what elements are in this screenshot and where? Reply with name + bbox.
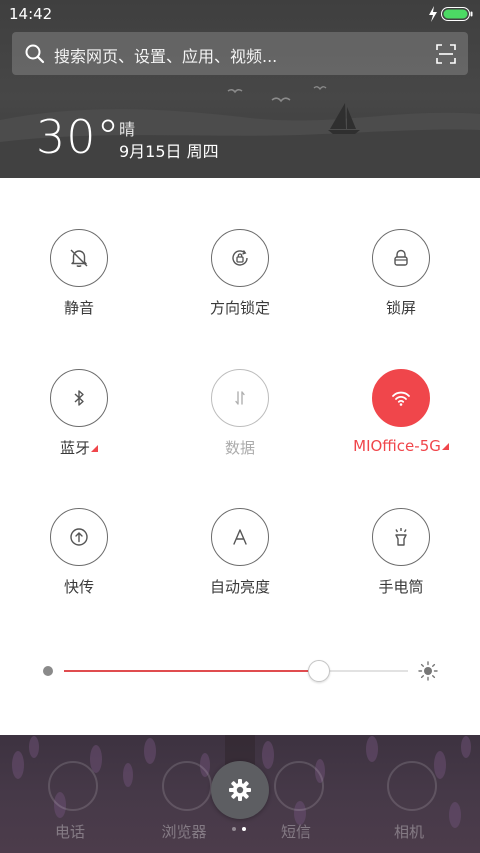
brightness-low-icon <box>43 666 53 676</box>
messages-icon <box>274 761 324 811</box>
search-placeholder: 搜索网页、设置、应用、视频... <box>54 47 278 66</box>
weather-date: 9月15日 周四 <box>119 142 219 161</box>
settings-button[interactable] <box>211 761 269 819</box>
browser-icon <box>162 761 212 811</box>
toggle-bluetooth[interactable]: 蓝牙 <box>9 369 149 479</box>
toggle-wifi-button[interactable] <box>372 369 430 427</box>
toggle-label: 方向锁定 <box>209 299 270 317</box>
toggle-lock-screen[interactable]: 锁屏 <box>331 229 471 339</box>
toggle-label-text: MIOffice-5G <box>353 437 441 455</box>
toggle-label: 手电筒 <box>378 578 424 596</box>
quick-settings-panel: 静音 方向锁定 锁屏 蓝牙 数据 MIOffice-5G 快传 自动亮度 手电筒 <box>0 178 480 735</box>
toggle-label: 数据 <box>224 439 255 457</box>
toggle-auto-brightness-button[interactable] <box>211 508 269 566</box>
toggle-flashlight-button[interactable] <box>372 508 430 566</box>
phone-icon <box>48 761 98 811</box>
camera-icon <box>387 761 437 811</box>
lock-icon <box>394 249 408 266</box>
battery-icon <box>441 7 473 21</box>
toggle-label-text: 蓝牙 <box>59 439 90 457</box>
toggle-label: 蓝牙 <box>9 437 149 458</box>
charging-icon <box>429 6 437 22</box>
dock-app-label: 相机 <box>393 823 424 841</box>
gear-icon <box>229 779 251 801</box>
wifi-icon <box>392 391 410 406</box>
toggle-rotation-lock[interactable]: 方向锁定 <box>170 229 310 339</box>
toggle-label: 锁屏 <box>385 299 416 317</box>
bell-off-icon <box>70 249 88 267</box>
brightness-thumb[interactable] <box>307 660 330 682</box>
data-arrows-icon <box>235 391 245 405</box>
toggle-mobile-data-button[interactable] <box>211 369 269 427</box>
flashlight-icon <box>395 528 407 546</box>
brightness-track[interactable] <box>64 660 408 682</box>
scan-icon[interactable] <box>435 43 457 65</box>
toggle-silent-button[interactable] <box>50 229 108 287</box>
status-time: 14:42 <box>9 5 53 23</box>
brightness-high-icon <box>418 661 438 681</box>
bluetooth-icon <box>74 390 84 406</box>
dock-app-phone[interactable]: 电话 <box>10 753 130 853</box>
toggle-label: 静音 <box>63 299 94 317</box>
search-bar[interactable]: 搜索网页、设置、应用、视频... <box>12 32 468 75</box>
status-bar: 14:42 <box>0 0 480 28</box>
toggle-quick-transfer-button[interactable] <box>50 508 108 566</box>
rotation-lock-icon <box>232 250 248 266</box>
search-icon <box>25 44 45 64</box>
toggle-quick-transfer[interactable]: 快传 <box>9 508 149 618</box>
page-dot <box>232 827 236 831</box>
brightness-fill <box>64 670 319 672</box>
more-options-marker <box>441 443 449 450</box>
toggle-bluetooth-button[interactable] <box>50 369 108 427</box>
quick-transfer-icon <box>70 528 88 546</box>
weather-condition: 晴 <box>119 120 136 139</box>
toggle-silent[interactable]: 静音 <box>9 229 149 339</box>
notification-header: 14:42 搜索网页、设置、应用、视频... 30° 晴 9月15日 周四 <box>0 0 480 178</box>
dock-app-label: 电话 <box>54 823 85 841</box>
auto-brightness-icon <box>233 529 247 545</box>
toggle-flashlight[interactable]: 手电筒 <box>331 508 471 618</box>
weather-temperature: 30° <box>36 110 121 164</box>
toggle-label: 自动亮度 <box>209 578 270 596</box>
page-dot <box>242 827 246 831</box>
toggle-rotation-lock-button[interactable] <box>211 229 269 287</box>
toggle-lock-screen-button[interactable] <box>372 229 430 287</box>
dock-app-camera[interactable]: 相机 <box>349 753 469 853</box>
dock-app-label: 短信 <box>280 823 311 841</box>
toggle-label: MIOffice-5G <box>331 437 471 455</box>
toggle-mobile-data[interactable]: 数据 <box>170 369 310 479</box>
dock-app-label: 浏览器 <box>161 823 207 841</box>
page-indicator <box>232 827 252 833</box>
more-options-marker <box>91 445 98 452</box>
toggle-wifi[interactable]: MIOffice-5G <box>331 369 471 479</box>
brightness-slider[interactable] <box>40 656 440 686</box>
toggle-auto-brightness[interactable]: 自动亮度 <box>170 508 310 618</box>
toggle-label: 快传 <box>63 578 94 596</box>
